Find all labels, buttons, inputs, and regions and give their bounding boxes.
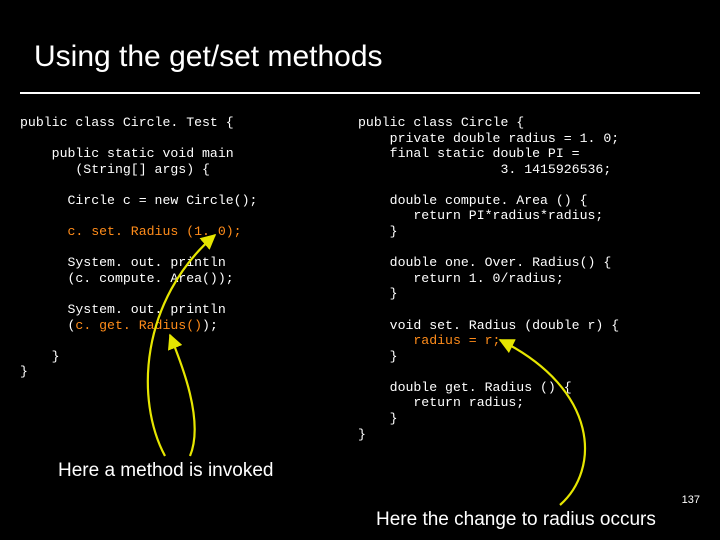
code-line: } (20, 349, 60, 364)
code-line: } (358, 411, 398, 426)
caption-left: Here a method is invoked (58, 460, 273, 482)
code-line: final static double PI = (358, 146, 580, 161)
code-line: ); (202, 318, 218, 333)
code-line: return 1. 0/radius; (358, 271, 564, 286)
code-line: } (358, 427, 366, 442)
code-line: private double radius = 1. 0; (358, 131, 619, 146)
code-line: System. out. println (20, 302, 226, 317)
code-line: } (358, 286, 398, 301)
slide: Using the get/set methods public class C… (0, 0, 720, 540)
code-line: Circle c = new Circle(); (20, 193, 257, 208)
code-line: } (20, 364, 28, 379)
code-line: return PI*radius*radius; (358, 208, 603, 223)
code-highlight-assignment: radius = r; (358, 333, 500, 348)
code-line: public class Circle. Test { (20, 115, 234, 130)
code-line: ( (20, 318, 75, 333)
code-line: double one. Over. Radius() { (358, 255, 611, 270)
code-line: } (358, 349, 398, 364)
code-line: public class Circle { (358, 115, 524, 130)
code-highlight-setradius: c. set. Radius (1. 0); (67, 224, 241, 239)
code-line: 3. 1415926536; (358, 162, 611, 177)
code-line (20, 224, 67, 239)
code-line: } (358, 224, 398, 239)
code-line: double compute. Area () { (358, 193, 588, 208)
code-highlight-getradius: c. get. Radius() (75, 318, 202, 333)
title-underline (20, 92, 700, 94)
code-line: public static void main (20, 146, 234, 161)
caption-right: Here the change to radius occurs (376, 509, 656, 531)
code-right-block: public class Circle { private double rad… (358, 115, 708, 442)
slide-title: Using the get/set methods (34, 40, 383, 74)
code-line: (c. compute. Area()); (20, 271, 234, 286)
code-line: return radius; (358, 395, 524, 410)
code-left-block: public class Circle. Test { public stati… (20, 115, 350, 380)
code-line: void set. Radius (double r) { (358, 318, 619, 333)
page-number: 137 (682, 494, 700, 506)
code-line: System. out. println (20, 255, 226, 270)
code-line: (String[] args) { (20, 162, 210, 177)
code-line: double get. Radius () { (358, 380, 572, 395)
